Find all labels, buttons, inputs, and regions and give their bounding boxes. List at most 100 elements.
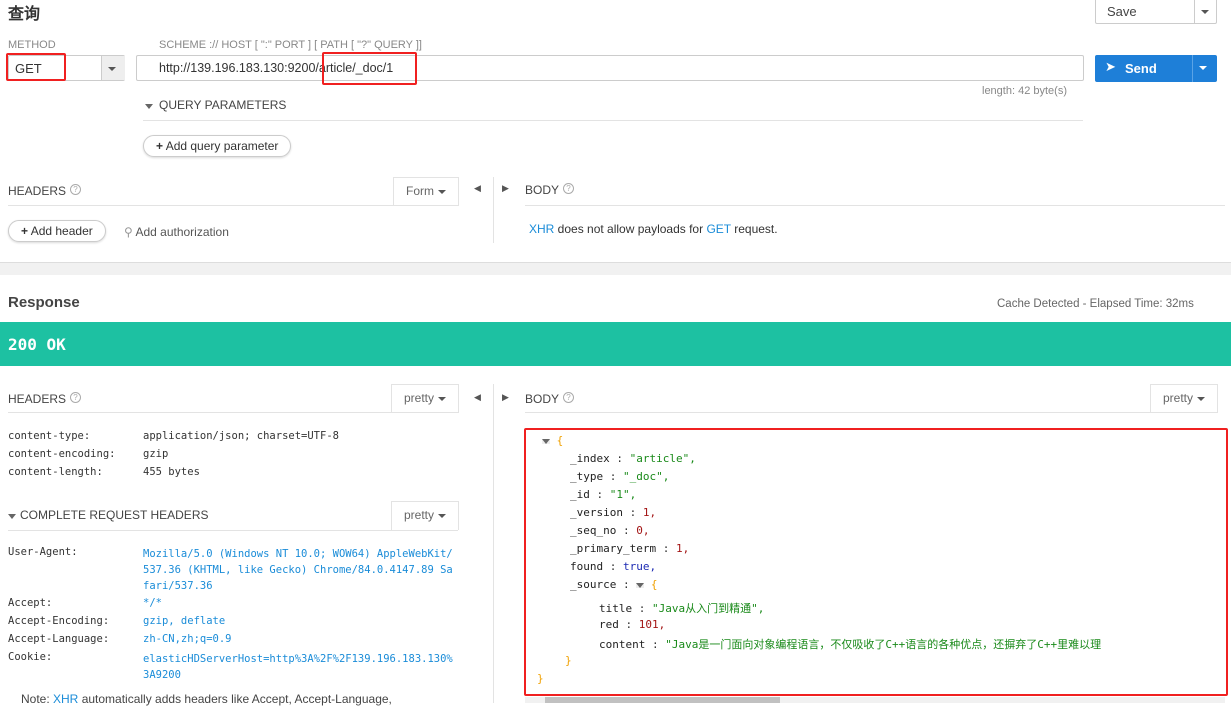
query-params-label: QUERY PARAMETERS <box>159 98 287 112</box>
note-prefix: Note: <box>21 692 54 706</box>
divider <box>8 205 458 206</box>
request-header-value: elasticHDServerHost=http%3A%2F%2F139.196… <box>143 653 453 681</box>
body-label: BODY <box>525 392 560 406</box>
send-button[interactable]: ➤ Send <box>1095 55 1217 82</box>
body-label: BODY <box>525 183 560 197</box>
status-bar: 200 OK <box>0 322 1231 366</box>
complete-headers-label: COMPLETE REQUEST HEADERS <box>20 508 209 522</box>
header-key: content-type: <box>8 430 91 442</box>
page-title: 查询 <box>8 6 41 23</box>
divider <box>8 412 458 413</box>
key-icon: ⚲ <box>124 225 133 239</box>
chevron-down-icon <box>108 66 116 71</box>
response-body-label: BODY? <box>525 392 575 406</box>
chevron-down-icon <box>438 396 447 401</box>
chevron-down-icon <box>1199 66 1207 71</box>
expand-right-icon[interactable]: ▶ <box>502 183 509 194</box>
query-params-toggle[interactable]: QUERY PARAMETERS <box>145 98 286 112</box>
response-header-key: content-length: <box>8 466 103 478</box>
pretty-label: pretty <box>404 391 435 405</box>
method-highlight <box>6 53 66 81</box>
cache-info: Cache Detected - Elapsed Time: 32ms <box>997 298 1194 310</box>
request-header-value: gzip, deflate <box>143 615 226 627</box>
request-header-value: */* <box>143 597 162 609</box>
section-separator <box>0 262 1231 275</box>
chevron-down-icon <box>1197 396 1206 401</box>
send-dropdown[interactable] <box>1192 55 1217 82</box>
body-note-text: does not allow payloads for <box>554 222 707 236</box>
caret-down-icon <box>8 514 16 519</box>
panel-divider[interactable] <box>493 177 494 243</box>
divider <box>525 205 1225 206</box>
collapse-left-icon[interactable]: ◀ <box>474 183 481 194</box>
xhr-link[interactable]: XHR <box>53 692 78 706</box>
pretty-label: pretty <box>404 508 435 522</box>
response-headers-label: HEADERS? <box>8 392 82 406</box>
chevron-down-icon <box>438 513 447 518</box>
headers-pretty-dropdown[interactable]: pretty <box>391 384 460 413</box>
request-header-value: zh-CN,zh;q=0.9 <box>143 633 232 645</box>
headers-label: HEADERS <box>8 392 67 406</box>
form-label: Form <box>406 184 434 198</box>
url-input[interactable]: http://139.196.183.130:9200/article/_doc… <box>136 55 1084 81</box>
body-highlight <box>524 428 1228 696</box>
help-icon[interactable]: ? <box>70 184 82 195</box>
request-headers-pretty-dropdown[interactable]: pretty <box>391 501 460 530</box>
body-pretty-dropdown[interactable]: pretty <box>1150 384 1219 413</box>
path-highlight <box>322 52 417 85</box>
panel-divider[interactable] <box>493 384 494 703</box>
add-query-param-label: Add query parameter <box>165 139 279 153</box>
send-label: Send <box>1125 61 1157 76</box>
divider <box>8 530 458 531</box>
request-body-label: BODY? <box>525 183 575 197</box>
request-header-value: Mozilla/5.0 (Windows NT 10.0; WOW64) App… <box>143 548 453 592</box>
body-note: XHR does not allow payloads for GET requ… <box>529 222 778 236</box>
request-header-key: Cookie: <box>8 651 53 663</box>
xhr-note: Note: XHR automatically adds headers lik… <box>21 692 392 706</box>
request-headers-label: HEADERS? <box>8 184 82 198</box>
plus-icon: + <box>156 139 164 153</box>
divider <box>525 412 1217 413</box>
response-header-key: content-encoding: <box>8 448 116 460</box>
response-header-value: application/json; charset=UTF-8 <box>143 430 339 442</box>
help-icon[interactable]: ? <box>70 392 82 403</box>
request-header-key: Accept: <box>8 597 53 609</box>
help-icon[interactable]: ? <box>563 392 575 403</box>
note-text: automatically adds headers like Accept, … <box>78 692 392 706</box>
request-header-key: User-Agent: <box>8 546 78 558</box>
send-icon: ➤ <box>1105 59 1116 74</box>
complete-request-headers-toggle[interactable]: COMPLETE REQUEST HEADERS <box>8 508 208 522</box>
headers-form-dropdown[interactable]: Form <box>393 177 459 206</box>
add-authorization-link[interactable]: ⚲ Add authorization <box>124 225 229 239</box>
expand-right-icon[interactable]: ▶ <box>502 392 509 403</box>
divider <box>143 120 1083 121</box>
headers-label: HEADERS <box>8 184 67 198</box>
save-dropdown[interactable] <box>1194 0 1217 23</box>
response-header-value: 455 bytes <box>143 466 200 478</box>
caret-down-icon <box>145 104 153 109</box>
method-label: METHOD <box>8 39 56 51</box>
status-text: 200 OK <box>8 335 66 354</box>
url-length: length: 42 byte(s) <box>982 85 1067 97</box>
get-link: GET <box>706 222 731 236</box>
help-icon[interactable]: ? <box>563 183 575 194</box>
add-header-label: Add header <box>30 224 93 238</box>
response-title: Response <box>8 294 80 311</box>
add-header-button[interactable]: + Add header <box>8 220 106 242</box>
collapse-left-icon[interactable]: ◀ <box>474 392 481 403</box>
save-label: Save <box>1107 4 1137 19</box>
chevron-down-icon <box>1201 9 1209 14</box>
save-button[interactable]: Save <box>1095 0 1217 24</box>
response-header-value: gzip <box>143 448 169 460</box>
response-header-row: content-type: <box>8 430 90 442</box>
scrollbar-thumb[interactable] <box>545 697 780 703</box>
request-header-key: Accept-Language: <box>8 633 110 645</box>
horizontal-scrollbar[interactable] <box>525 697 1225 703</box>
add-query-parameter-button[interactable]: + Add query parameter <box>143 135 292 157</box>
xhr-link[interactable]: XHR <box>529 222 554 236</box>
method-dropdown[interactable] <box>101 56 125 80</box>
pretty-label: pretty <box>1163 391 1194 405</box>
url-hint: SCHEME :// HOST [ ":" PORT ] [ PATH [ "?… <box>159 39 422 51</box>
chevron-down-icon <box>438 189 446 194</box>
body-note-end: request. <box>730 222 778 236</box>
